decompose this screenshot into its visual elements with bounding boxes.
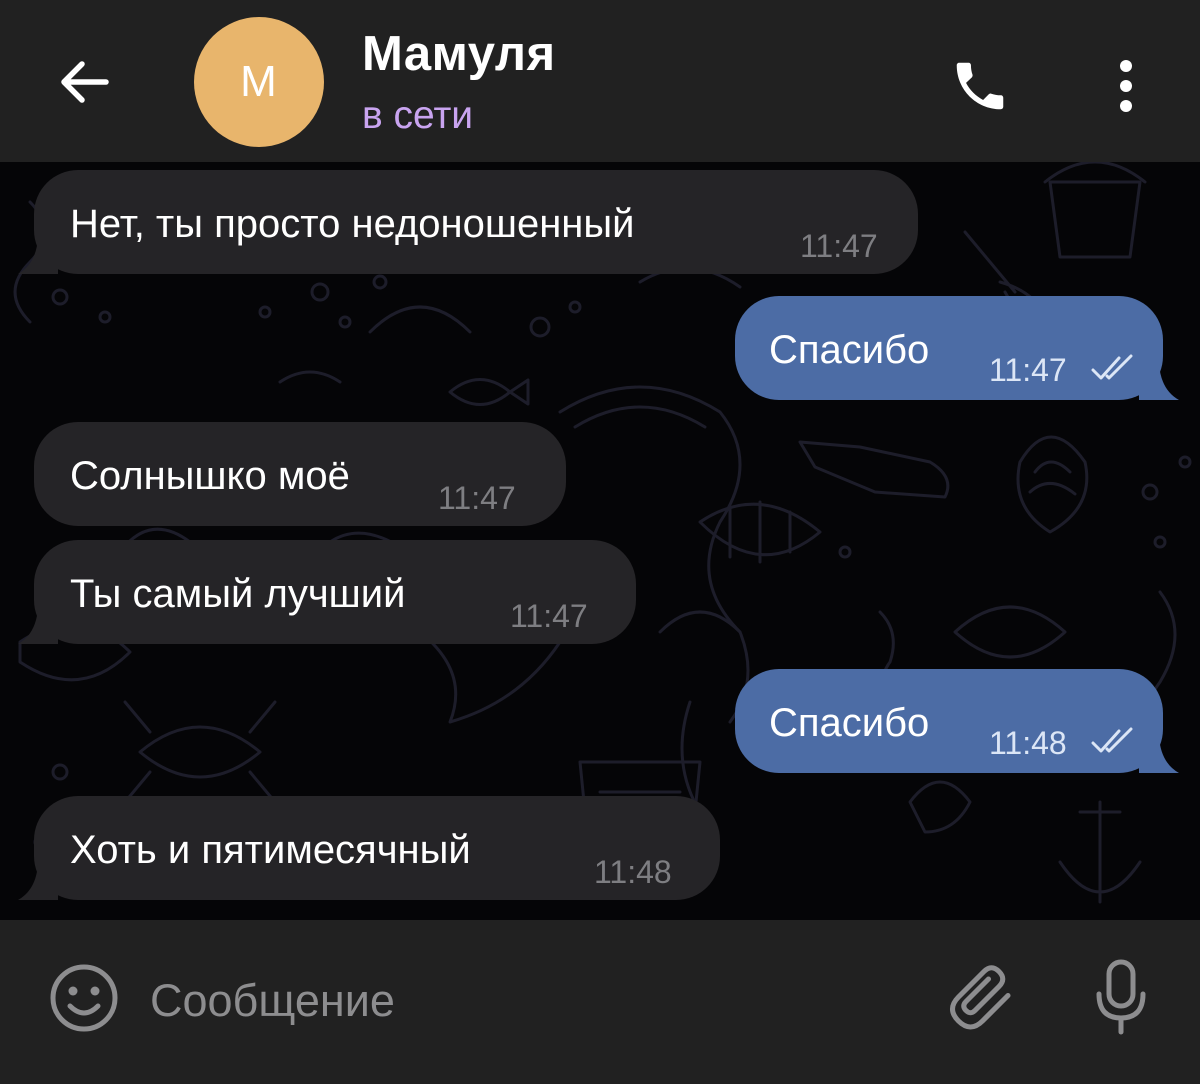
arrow-left-icon — [61, 61, 109, 103]
message-bubble-incoming[interactable]: Солнышко моё 11:47 — [34, 422, 566, 526]
back-button[interactable] — [42, 40, 126, 124]
emoji-button[interactable] — [44, 958, 124, 1038]
contact-status: в сети — [362, 94, 474, 137]
avatar-initial: М — [240, 57, 278, 106]
double-check-icon — [1091, 727, 1133, 753]
message-text: Хоть и пятимесячный — [70, 828, 471, 872]
smiley-icon — [50, 964, 118, 1032]
bubble-tail — [18, 864, 58, 900]
call-button[interactable] — [940, 46, 1020, 126]
phone-icon — [956, 62, 1004, 110]
bubble-tail — [1139, 364, 1179, 400]
message-time: 11:48 — [989, 725, 1067, 761]
message-time: 11:47 — [438, 480, 516, 516]
message-bubble-incoming[interactable]: Ты самый лучший 11:47 — [18, 540, 636, 644]
message-bubble-incoming[interactable]: Нет, ты просто недоношенный 11:47 — [18, 170, 918, 274]
message-text: Спасибо — [769, 701, 930, 745]
chat-header: М Мамуля в сети — [0, 0, 1200, 162]
more-menu-button[interactable] — [1096, 46, 1156, 126]
message-text: Спасибо — [769, 328, 930, 372]
bubble-tail — [18, 608, 58, 644]
message-bubble-outgoing[interactable]: Спасибо 11:48 — [735, 669, 1179, 773]
message-list[interactable]: Нет, ты просто недоношенный 11:47 Спасиб… — [0, 162, 1200, 920]
attach-button[interactable] — [936, 952, 1026, 1042]
message-text: Нет, ты просто недоношенный — [70, 202, 635, 246]
message-input[interactable] — [150, 966, 910, 1036]
message-time: 11:47 — [989, 352, 1067, 388]
double-check-icon — [1091, 354, 1133, 380]
message-time: 11:47 — [800, 228, 878, 264]
contact-name[interactable]: Мамуля — [362, 26, 556, 82]
more-vertical-icon — [1120, 60, 1132, 112]
microphone-button[interactable] — [1076, 952, 1166, 1042]
avatar[interactable]: М — [194, 17, 324, 147]
message-bubble-incoming[interactable]: Хоть и пятимесячный 11:48 — [18, 796, 720, 900]
bubble-tail — [18, 238, 58, 274]
bubble-tail — [1139, 737, 1179, 773]
paperclip-icon — [949, 965, 1011, 1030]
message-text: Ты самый лучший — [70, 572, 406, 616]
microphone-icon — [1096, 959, 1146, 1035]
message-time: 11:48 — [594, 854, 672, 890]
message-bubble-outgoing[interactable]: Спасибо 11:47 — [735, 296, 1179, 400]
message-time: 11:47 — [510, 598, 588, 634]
message-text: Солнышко моё — [70, 454, 350, 498]
